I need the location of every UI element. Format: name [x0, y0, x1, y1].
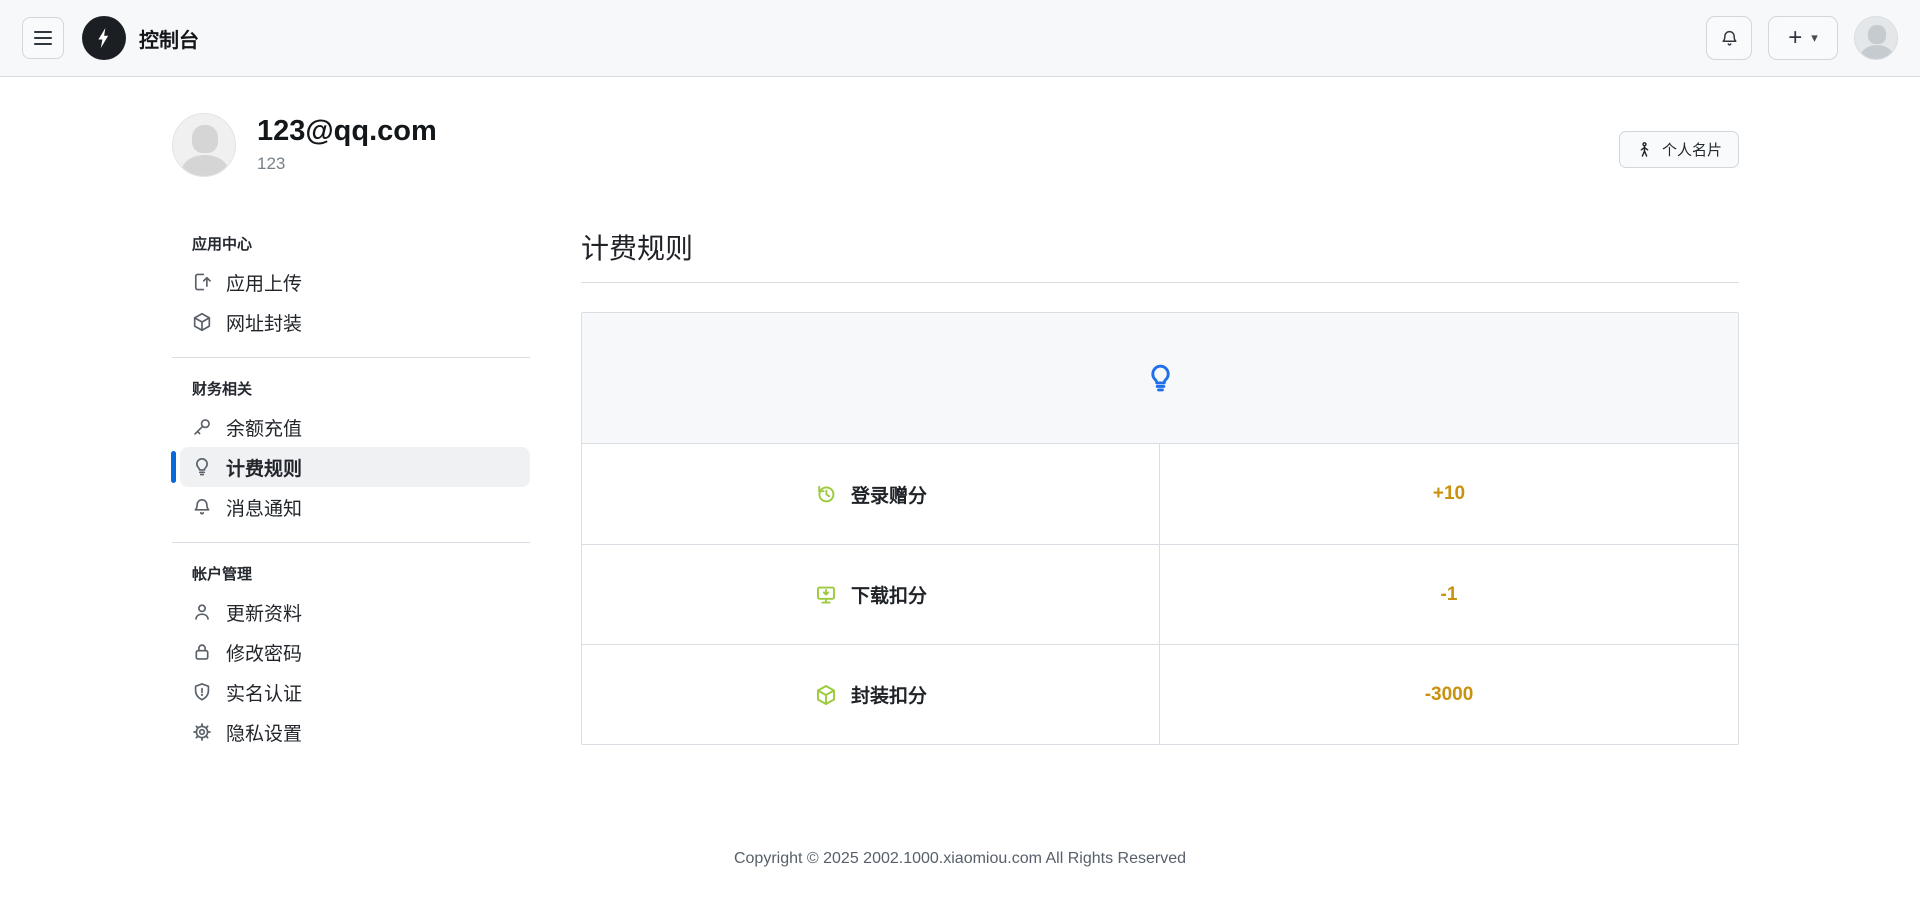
rule-label: 下载扣分 — [851, 581, 927, 608]
personal-card-label: 个人名片 — [1662, 139, 1722, 160]
person-icon — [191, 601, 213, 623]
sidebar-section-finance: 财务相关 余额充值 — [172, 357, 530, 527]
create-new-button[interactable]: + ▾ — [1768, 16, 1838, 60]
table-row: 登录赠分 +10 — [582, 444, 1738, 544]
sidebar-section-app-center: 应用中心 应用上传 — [172, 227, 530, 342]
sidebar-item-label: 消息通知 — [226, 494, 302, 521]
bell-icon — [1719, 28, 1740, 49]
notifications-button[interactable] — [1706, 16, 1752, 60]
history-clock-icon — [814, 482, 838, 506]
sidebar-item-message-notifications[interactable]: 消息通知 — [180, 487, 530, 527]
sidebar-item-update-profile[interactable]: 更新资料 — [180, 592, 530, 632]
gear-icon — [191, 721, 213, 743]
sidebar-section-account: 帐户管理 更新资料 — [172, 542, 530, 752]
cube-icon — [814, 683, 838, 707]
table-row: 封装扣分 -3000 — [582, 644, 1738, 744]
download-icon — [814, 583, 838, 607]
lock-icon — [191, 641, 213, 663]
rule-value: -1 — [1441, 584, 1458, 606]
person-figure-icon — [1636, 141, 1653, 158]
copyright-footer: Copyright © 2025 2002.1000.xiaomiou.com … — [0, 850, 1920, 868]
main-content: 计费规则 — [581, 227, 1739, 752]
lightning-bolt-icon — [92, 26, 116, 50]
sidebar-section-header: 财务相关 — [172, 372, 530, 407]
table-row: 下载扣分 -1 — [582, 544, 1738, 644]
lightbulb-icon — [191, 456, 213, 478]
rule-value: -3000 — [1425, 684, 1474, 706]
upload-icon — [191, 271, 213, 293]
sidebar-item-label: 隐私设置 — [226, 719, 302, 746]
top-navbar: 控制台 + ▾ — [0, 0, 1920, 77]
package-icon — [191, 311, 213, 333]
page-title: 计费规则 — [581, 227, 1739, 283]
user-avatar[interactable] — [1854, 16, 1898, 60]
key-icon — [191, 416, 213, 438]
sidebar-item-change-password[interactable]: 修改密码 — [180, 632, 530, 672]
sidebar-item-label: 实名认证 — [226, 679, 302, 706]
billing-rules-table: 登录赠分 +10 — [581, 312, 1739, 745]
profile-avatar — [172, 113, 236, 177]
sidebar-section-header: 应用中心 — [172, 227, 530, 262]
sidebar-item-label: 应用上传 — [226, 269, 302, 296]
sidebar-item-billing-rules[interactable]: 计费规则 — [180, 447, 530, 487]
sidebar-item-label: 更新资料 — [226, 599, 302, 626]
sidebar-item-url-packaging[interactable]: 网址封装 — [180, 302, 530, 342]
brand-logo[interactable] — [82, 16, 126, 60]
plus-icon: + — [1788, 26, 1802, 50]
rule-label: 封装扣分 — [851, 681, 927, 708]
sidebar-item-app-upload[interactable]: 应用上传 — [180, 262, 530, 302]
hamburger-icon — [34, 31, 52, 33]
rule-value: +10 — [1433, 483, 1465, 505]
sidebar-item-privacy-settings[interactable]: 隐私设置 — [180, 712, 530, 752]
sidebar-item-label: 计费规则 — [226, 454, 302, 481]
sidebar-item-label: 网址封装 — [226, 309, 302, 336]
rule-label: 登录赠分 — [851, 481, 927, 508]
chevron-down-icon: ▾ — [1811, 30, 1818, 46]
sidebar-section-header: 帐户管理 — [172, 557, 530, 592]
lightbulb-icon — [1144, 362, 1177, 395]
sidebar: 应用中心 应用上传 — [172, 227, 530, 752]
profile-username: 123 — [257, 154, 437, 174]
sidebar-item-label: 余额充值 — [226, 414, 302, 441]
profile-email: 123@qq.com — [257, 115, 437, 148]
table-header — [582, 313, 1738, 444]
personal-card-button[interactable]: 个人名片 — [1619, 131, 1739, 168]
bell-icon — [191, 496, 213, 518]
sidebar-item-real-name-verification[interactable]: 实名认证 — [180, 672, 530, 712]
sidebar-item-balance-recharge[interactable]: 余额充值 — [180, 407, 530, 447]
sidebar-toggle-button[interactable] — [22, 17, 64, 59]
shield-icon — [191, 681, 213, 703]
sidebar-item-label: 修改密码 — [226, 639, 302, 666]
profile-header: 123@qq.com 123 个人名片 — [172, 113, 1739, 177]
app-title: 控制台 — [139, 24, 199, 53]
